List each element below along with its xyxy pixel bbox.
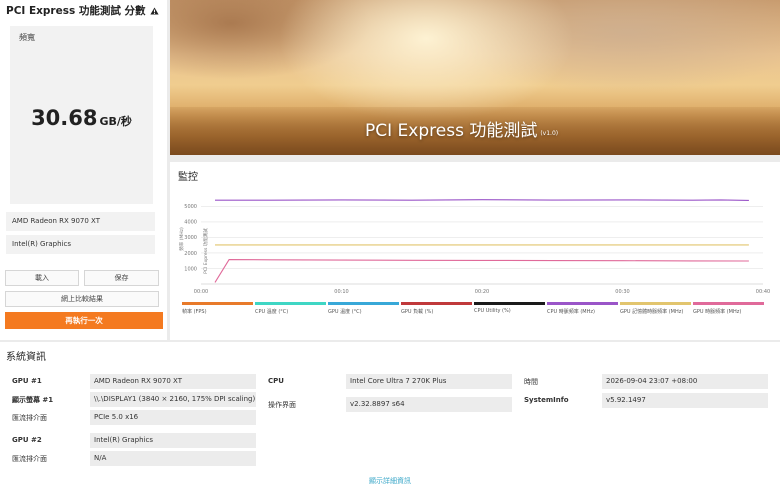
run-again-button[interactable]: 再執行一次: [5, 312, 163, 329]
legend-swatch: [255, 302, 326, 305]
x-tick-label: 00:00: [194, 289, 208, 295]
legend-label: CPU Utility (%): [474, 308, 511, 314]
gpu1-value: AMD Radeon RX 9070 XT: [90, 374, 256, 389]
bus2-value: N/A: [90, 451, 256, 466]
legend-item[interactable]: CPU 時脈頻率 (MHz): [547, 302, 618, 315]
legend-item[interactable]: GPU 記憶體時脈頻率 (MHz): [620, 302, 691, 315]
y-axis-label-test: PCI Express 功能測試: [202, 228, 209, 274]
display1-label: 顯示螢幕 #1: [12, 396, 54, 404]
gpu2-value: Intel(R) Graphics: [90, 433, 256, 448]
systeminfo-value: v5.92.1497: [602, 393, 768, 408]
bus1-value: PCIe 5.0 x16: [90, 410, 256, 425]
show-details-link[interactable]: 顯示詳細資訊: [0, 476, 780, 486]
score-title: PCI Express 功能測試 分數: [6, 3, 159, 18]
y-tick-label: 2000: [184, 251, 197, 257]
cpu-label: CPU: [268, 377, 284, 385]
gpu1-label: GPU #1: [12, 377, 42, 385]
system-info-panel: 系統資訊 GPU #1 AMD Radeon RX 9070 XT 顯示螢幕 #…: [0, 342, 780, 489]
score-box: 頻寬 30.68 GB/秒: [10, 26, 153, 204]
sysinfo-title: 系統資訊: [6, 352, 46, 363]
legend-item[interactable]: GPU 溫度 (°C): [328, 302, 399, 315]
series-line-0: [215, 199, 749, 201]
legend-label: GPU 溫度 (°C): [328, 309, 362, 315]
os-value: v2.32.8897 s64: [346, 397, 512, 412]
legend-swatch: [693, 302, 764, 305]
x-tick-label: 00:10: [334, 289, 348, 295]
legend-label: GPU 記憶體時脈頻率 (MHz): [620, 309, 684, 315]
x-tick-label: 00:20: [475, 289, 489, 295]
y-tick-label: 1000: [184, 266, 197, 272]
monitor-panel: 監控 1000 2000 3000 4000 5000 00:00 00:10 00:20 00…: [170, 162, 780, 340]
legend-label: GPU 負載 (%): [401, 309, 434, 315]
score-unit: GB/秒: [99, 115, 132, 128]
time-value: 2026-09-04 23:07 +08:00: [602, 374, 768, 389]
y-tick-label: 5000: [184, 204, 197, 210]
legend-item[interactable]: 幀率 (FPS): [182, 302, 253, 315]
x-tick-label: 00:30: [615, 289, 629, 295]
time-label: 時間: [524, 378, 538, 386]
legend-item[interactable]: CPU 溫度 (°C): [255, 302, 326, 315]
gpu2-label: GPU #2: [12, 436, 42, 444]
device-row-1: AMD Radeon RX 9070 XT: [6, 212, 155, 231]
legend-item[interactable]: GPU 負載 (%): [401, 302, 472, 315]
legend-item[interactable]: GPU 時脈頻率 (MHz): [693, 302, 764, 315]
hero-banner: PCI Express 功能測試 (v1.0): [170, 0, 780, 155]
legend-swatch: [401, 302, 472, 305]
monitor-chart: 1000 2000 3000 4000 5000 00:00 00:10 00:20 00:30…: [178, 199, 770, 295]
legend-label: 幀率 (FPS): [182, 309, 207, 315]
legend-label: CPU 溫度 (°C): [255, 309, 289, 315]
series-line-2: [214, 259, 749, 283]
legend-swatch: [182, 302, 253, 305]
os-label: 操作界面: [268, 401, 296, 409]
score-value-row: 30.68 GB/秒: [10, 106, 153, 130]
load-button[interactable]: 載入: [5, 270, 79, 286]
score-panel: PCI Express 功能測試 分數 頻寬 30.68 GB/秒 AMD Rad…: [0, 0, 167, 340]
systeminfo-label: SystemInfo: [524, 396, 569, 404]
y-tick-label: 4000: [184, 220, 197, 226]
y-tick-label: 3000: [184, 235, 197, 241]
hero-title-text: PCI Express 功能測試: [365, 121, 538, 141]
legend-swatch: [328, 302, 399, 305]
score-label: 頻寬: [19, 33, 35, 42]
display1-value: \\.\DISPLAY1 (3840 × 2160, 175% DPI scal…: [90, 392, 256, 407]
device-row-2: Intel(R) Graphics: [6, 235, 155, 254]
y-axis-label-frequency: 頻率 (MHz): [178, 227, 185, 251]
legend-label: GPU 時脈頻率 (MHz): [693, 309, 742, 315]
x-tick-label: 00:40: [756, 289, 770, 295]
save-button[interactable]: 保存: [84, 270, 159, 286]
cpu-value: Intel Core Ultra 7 270K Plus: [346, 374, 512, 389]
legend-swatch: [547, 302, 618, 305]
compare-online-button[interactable]: 網上比較結果: [5, 291, 159, 307]
warning-icon[interactable]: [149, 6, 159, 18]
hero-title: PCI Express 功能測試 (v1.0): [365, 116, 558, 141]
bus1-label: 匯流排介面: [12, 414, 47, 422]
score-value: 30.68: [31, 106, 98, 130]
legend-label: CPU 時脈頻率 (MHz): [547, 309, 595, 315]
legend-swatch: [620, 302, 691, 305]
hero-version: (v1.0): [540, 130, 559, 137]
bus2-label: 匯流排介面: [12, 455, 47, 463]
score-title-text: PCI Express 功能測試 分數: [6, 5, 146, 17]
legend-swatch: [474, 302, 545, 305]
legend-item[interactable]: CPU Utility (%): [474, 302, 545, 314]
